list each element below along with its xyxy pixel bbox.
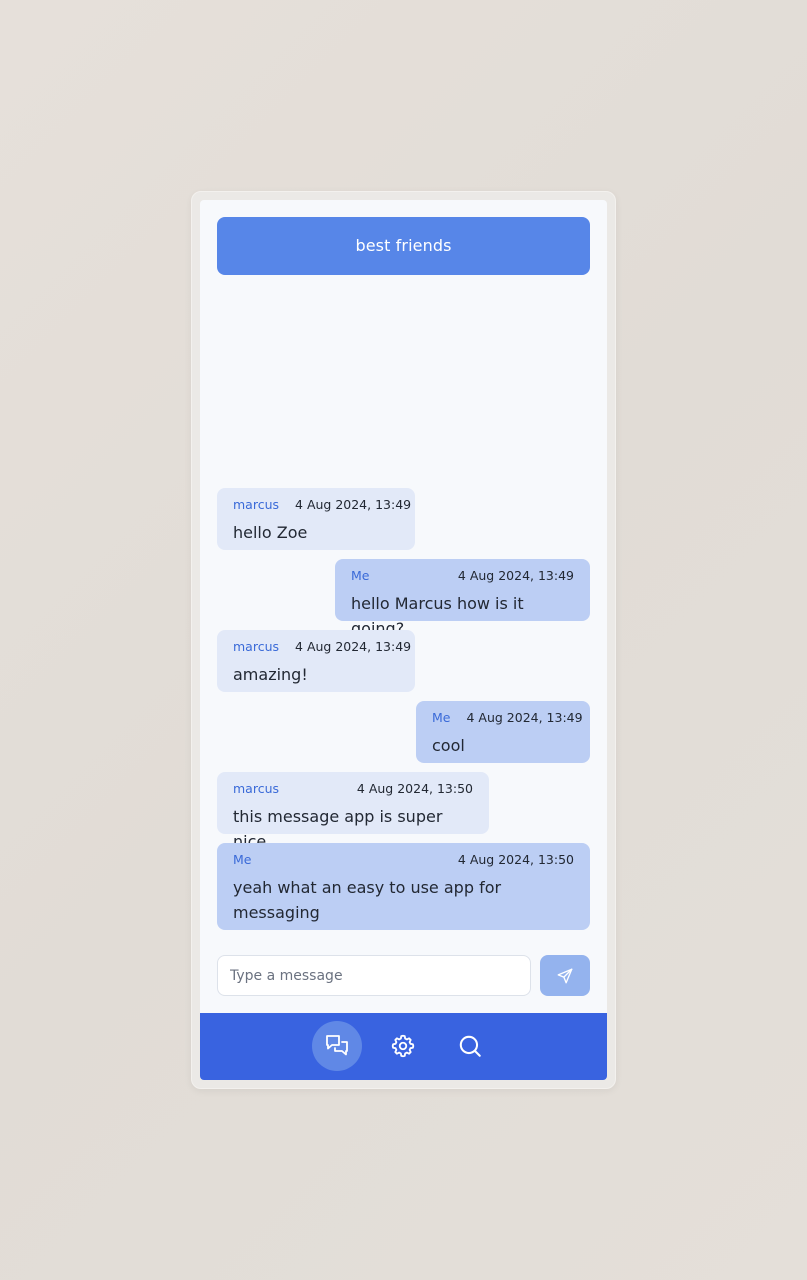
message-meta: marcus 4 Aug 2024, 13:49 (233, 639, 411, 654)
message-meta: Me 4 Aug 2024, 13:49 (432, 710, 583, 725)
message-sender: Me (351, 568, 370, 583)
message-meta: Me 4 Aug 2024, 13:50 (233, 852, 574, 867)
message-bubble: marcus 4 Aug 2024, 13:49 hello Zoe (217, 488, 415, 550)
chat-title: best friends (217, 217, 590, 275)
nav-settings-button[interactable] (378, 1021, 428, 1071)
message-input[interactable] (217, 955, 531, 996)
message-meta: marcus 4 Aug 2024, 13:49 (233, 497, 411, 512)
app-frame: best friends marcus 4 Aug 2024, 13:49 he… (191, 191, 616, 1089)
message-timestamp: 4 Aug 2024, 13:49 (295, 639, 412, 654)
message-timestamp: 4 Aug 2024, 13:49 (295, 497, 412, 512)
chat-icon (324, 1033, 350, 1059)
message-sender: marcus (233, 781, 280, 796)
message-text: hello Zoe (233, 523, 308, 542)
send-icon (556, 967, 574, 985)
bottom-nav (200, 1013, 607, 1080)
nav-search-button[interactable] (445, 1021, 495, 1071)
message-timestamp: 4 Aug 2024, 13:50 (457, 852, 574, 867)
message-bubble: Me 4 Aug 2024, 13:49 cool (416, 701, 590, 763)
message-sender: marcus (233, 497, 280, 512)
chat-screen: best friends marcus 4 Aug 2024, 13:49 he… (200, 200, 607, 1080)
message-bubble: marcus 4 Aug 2024, 13:50 this message ap… (217, 772, 489, 851)
nav-chats-button[interactable] (312, 1021, 362, 1071)
message-meta: Me 4 Aug 2024, 13:49 (351, 568, 574, 583)
message-meta: marcus 4 Aug 2024, 13:50 (233, 781, 473, 796)
message-bubble: marcus 4 Aug 2024, 13:49 amazing! (217, 630, 415, 692)
message-text: amazing! (233, 665, 308, 684)
send-button[interactable] (540, 955, 590, 996)
message-text: yeah what an easy to use app for messagi… (233, 878, 502, 922)
message-timestamp: 4 Aug 2024, 13:49 (457, 568, 574, 583)
gear-icon (390, 1033, 416, 1059)
message-text: cool (432, 736, 465, 755)
message-timestamp: 4 Aug 2024, 13:50 (356, 781, 473, 796)
message-sender: Me (233, 852, 252, 867)
message-timestamp: 4 Aug 2024, 13:49 (466, 710, 583, 725)
message-bubble: Me 4 Aug 2024, 13:50 yeah what an easy t… (217, 843, 590, 930)
message-bubble: Me 4 Aug 2024, 13:49 hello Marcus how is… (335, 559, 590, 638)
message-sender: marcus (233, 639, 280, 654)
search-icon (457, 1033, 483, 1059)
message-sender: Me (432, 710, 451, 725)
